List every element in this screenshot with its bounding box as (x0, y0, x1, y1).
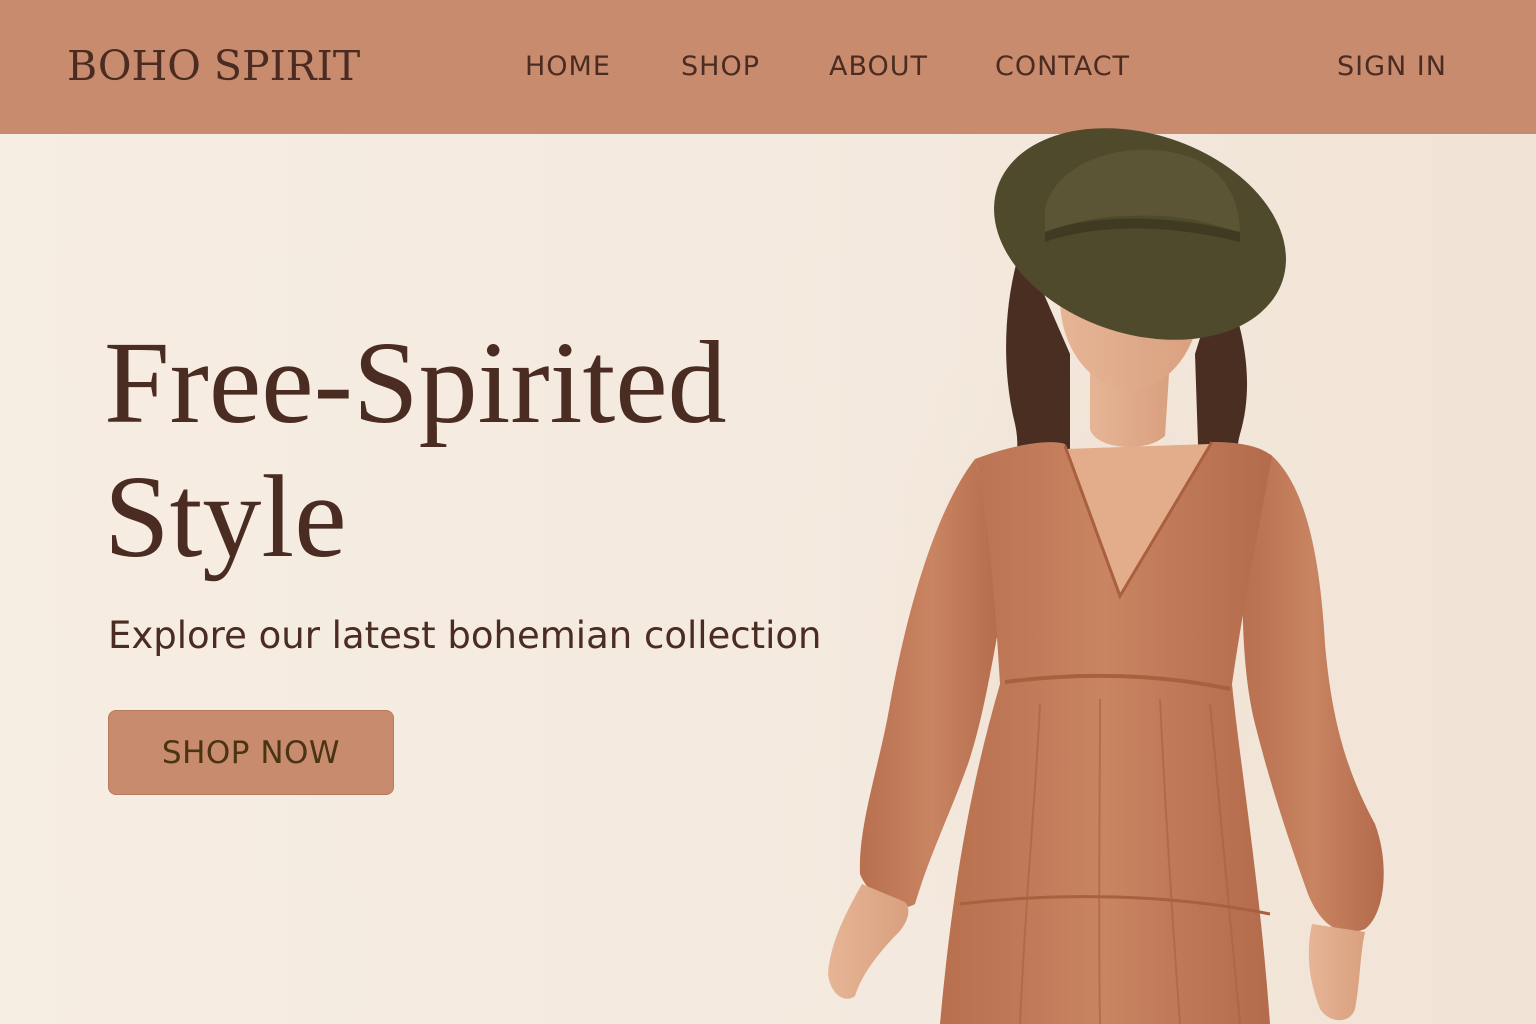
nav-contact-link[interactable]: CONTACT (995, 51, 1130, 82)
left-hand (828, 884, 909, 999)
brand-logo[interactable]: BOHO SPIRIT (67, 42, 360, 90)
nav-about-link[interactable]: ABOUT (829, 51, 928, 82)
nav-shop-link[interactable]: SHOP (681, 51, 760, 82)
shop-now-button[interactable]: SHOP NOW (108, 710, 394, 795)
landing-page: BOHO SPIRIT HOME SHOP ABOUT CONTACT SIGN… (0, 0, 1536, 1024)
hero-subtitle: Explore our latest bohemian collection (108, 614, 822, 657)
sign-in-link[interactable]: SIGN IN (1337, 51, 1447, 82)
hero-title: Free-Spirited Style (104, 317, 727, 582)
right-hand (1308, 924, 1365, 1021)
nav-home-link[interactable]: HOME (525, 51, 611, 82)
model-photo (828, 128, 1384, 1024)
site-header: BOHO SPIRIT HOME SHOP ABOUT CONTACT SIGN… (0, 0, 1536, 134)
